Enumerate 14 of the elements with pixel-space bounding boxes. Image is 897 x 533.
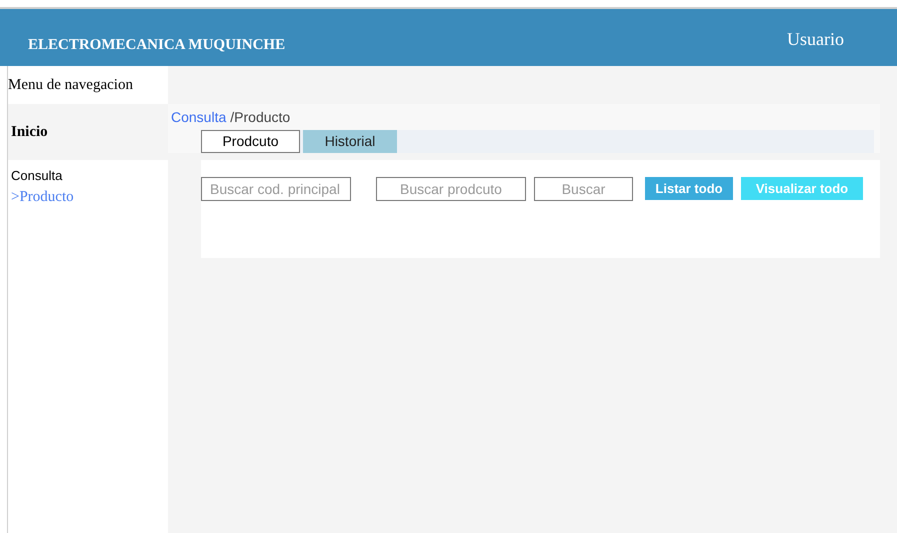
brand-title: ELECTROMECANICA MUQUINCHE [28,36,286,55]
code-search-field[interactable]: Buscar cod. principal [201,177,351,201]
list-all-button[interactable]: Listar todo [645,177,733,200]
sidebar-group[interactable]: Consulta [11,166,165,186]
breadcrumb-current: /Producto [230,108,290,126]
breadcrumb-link[interactable]: Consulta [171,106,226,128]
tab[interactable]: Prodcuto [201,130,300,153]
sidebar-section[interactable]: Inicio [11,120,48,144]
user-menu[interactable]: Usuario [787,26,844,53]
product-search-field[interactable]: Buscar prodcuto [376,177,526,201]
sidebar-link[interactable]: >Producto [11,186,165,208]
tab[interactable]: Historial [303,130,397,153]
search-button[interactable]: Buscar [534,177,633,201]
sidebar-title: Menu de navegacion [8,76,133,95]
